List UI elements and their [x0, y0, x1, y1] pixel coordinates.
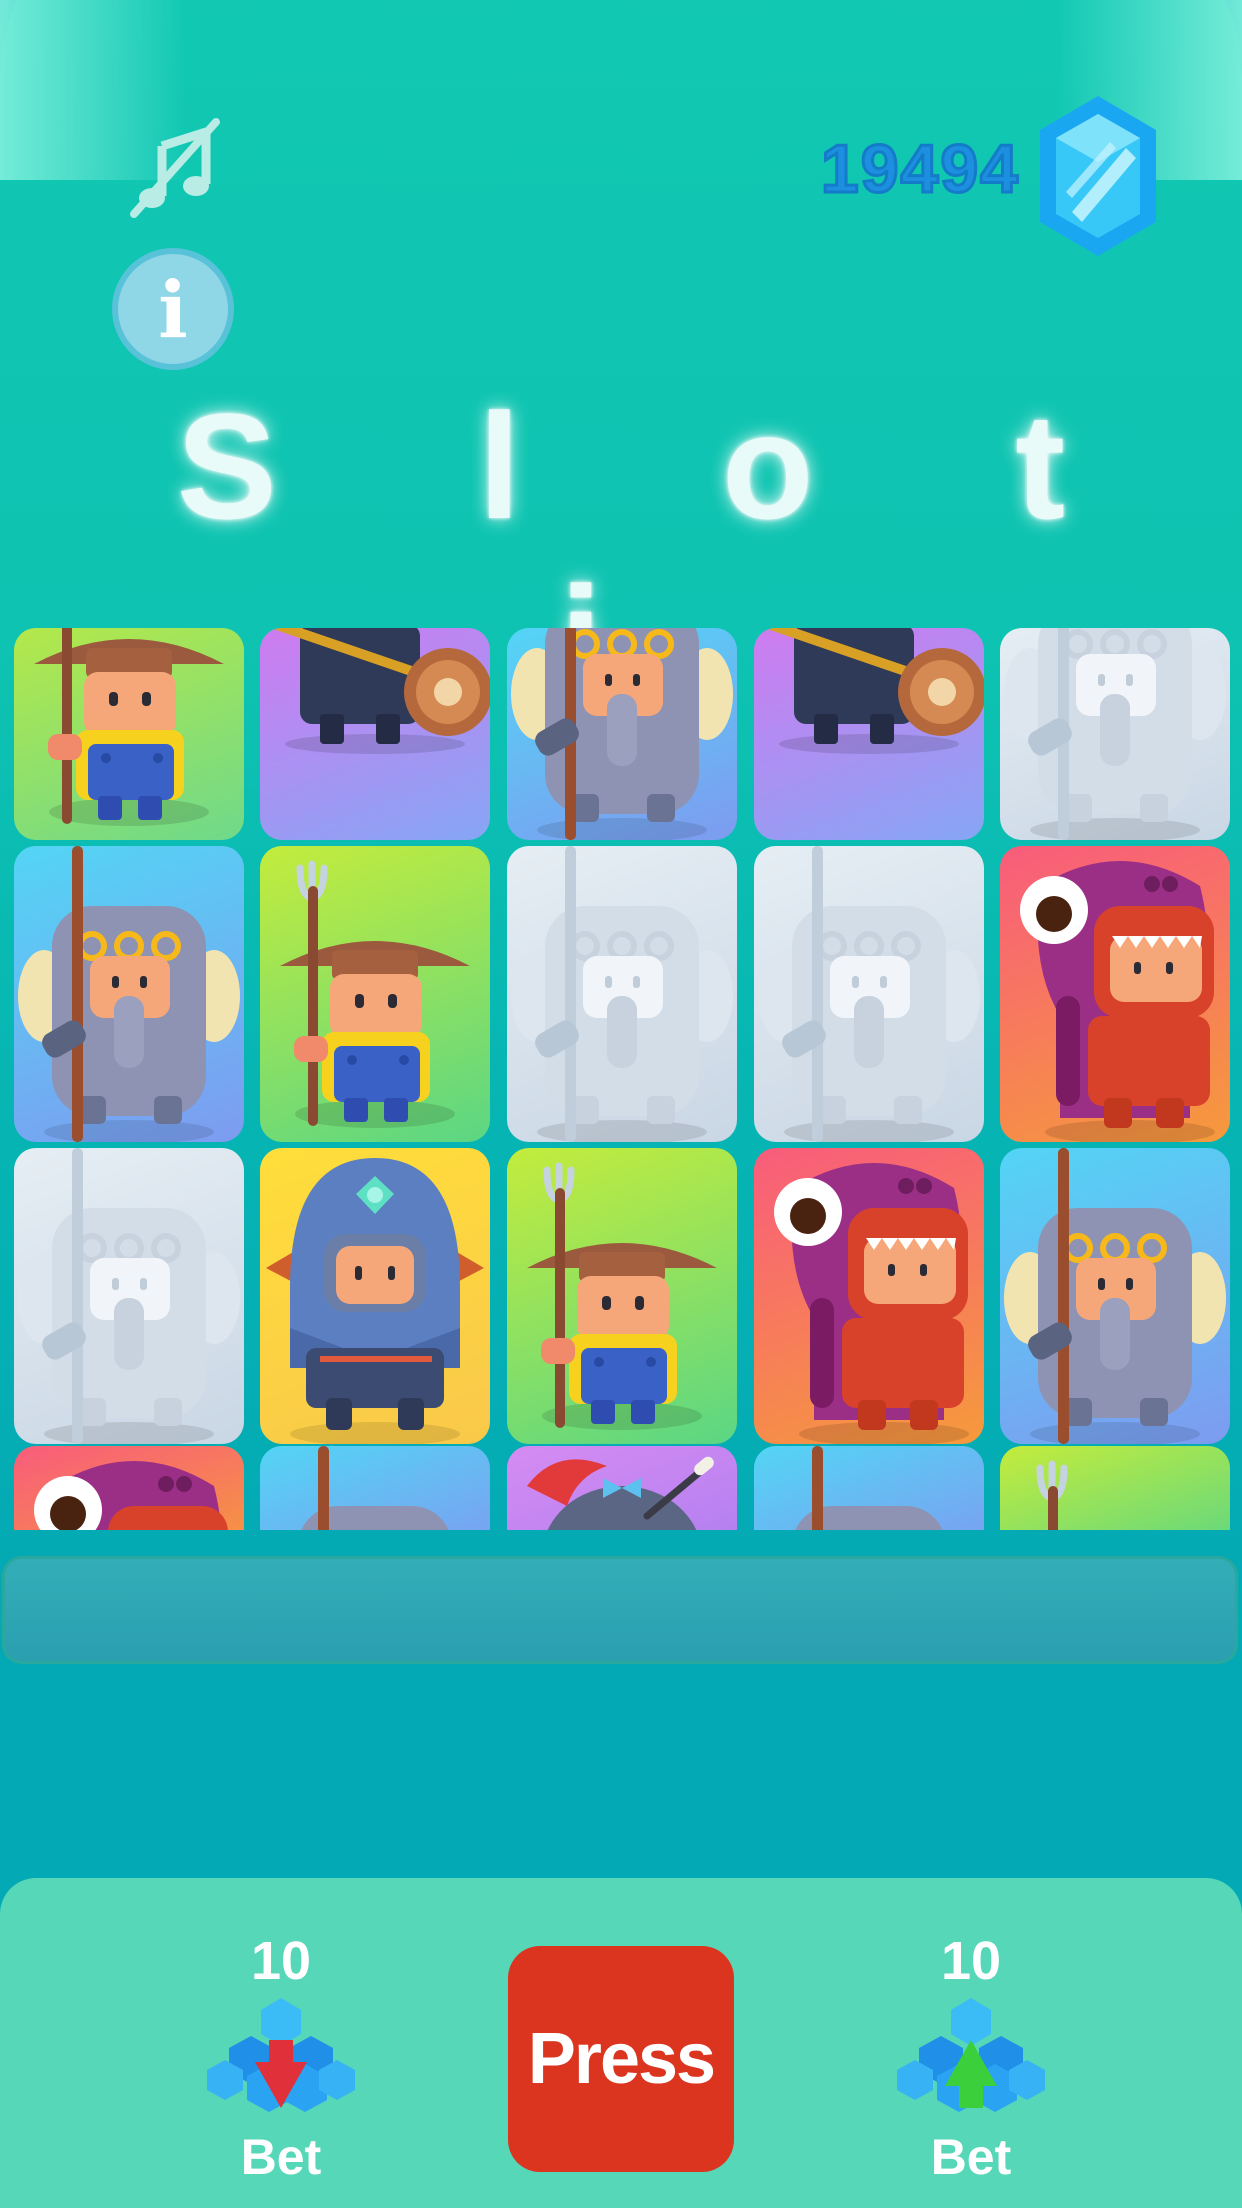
slot-tile-elephant-warrior — [754, 1446, 984, 1530]
bet-up-label: Bet — [930, 2129, 1012, 2185]
gem-score: 19494 — [819, 130, 1020, 209]
slot-tile-mage — [260, 1148, 490, 1444]
elephant-warrior-character-icon — [18, 846, 240, 1142]
elephant-warrior-character-icon — [511, 628, 733, 840]
farmer-trident-character-icon — [1036, 1460, 1068, 1530]
bet-up-value: 10 — [940, 1931, 1002, 1991]
octopus-character-icon — [34, 1461, 228, 1530]
slot-tile-elephant-warrior — [507, 628, 737, 840]
slot-tile-farmer — [14, 628, 244, 840]
press-button[interactable]: Press — [508, 1946, 734, 2172]
bet-increase-icon[interactable] — [891, 1990, 1051, 2120]
octopus-character-icon — [774, 1163, 969, 1444]
slot-tile-elephant-ghost — [14, 1148, 244, 1444]
mage-character-icon — [266, 1158, 484, 1444]
elephant-ghost-character-icon — [1004, 628, 1226, 840]
slot-tile-elephant-ghost — [1000, 628, 1230, 840]
slot-reels — [0, 628, 1242, 1530]
bet-down-value: 10 — [250, 1931, 312, 1991]
slot-tile-elephant-ghost — [507, 846, 737, 1142]
elephant-ghost-character-icon — [18, 1148, 240, 1444]
gem-icon — [1036, 92, 1160, 260]
elephant-warrior-character-icon — [1004, 1148, 1226, 1444]
slot-tile-elephant-warrior — [260, 1446, 490, 1530]
info-button[interactable]: i — [112, 248, 234, 370]
bet-down-label: Bet — [240, 2129, 322, 2185]
slot-tile-octopus — [14, 1446, 244, 1530]
slot-tile-farmer-trident — [260, 846, 490, 1142]
slot-tile-knight — [260, 628, 490, 840]
elephant-warrior-character-icon — [301, 1446, 449, 1530]
slot-tile-elephant-warrior — [14, 846, 244, 1142]
slot-tile-farmer-trident — [1000, 1446, 1230, 1530]
elephant-ghost-character-icon — [758, 846, 980, 1142]
music-off-icon[interactable] — [124, 118, 224, 218]
bird-gentleman-character-icon — [527, 1456, 714, 1530]
knight-character-icon — [765, 628, 984, 754]
slot-tile-elephant-warrior — [1000, 1148, 1230, 1444]
info-icon: i — [158, 265, 188, 356]
slot-tile-octopus — [1000, 846, 1230, 1142]
slot-tile-octopus — [754, 1148, 984, 1444]
elephant-ghost-character-icon — [511, 846, 733, 1142]
payline-bar — [2, 1556, 1238, 1664]
knight-character-icon — [271, 628, 490, 754]
elephant-warrior-character-icon — [795, 1446, 943, 1530]
slot-tile-elephant-ghost — [754, 846, 984, 1142]
slot-tile-farmer-trident — [507, 1148, 737, 1444]
farmer-character-icon — [34, 628, 224, 826]
octopus-character-icon — [1020, 861, 1215, 1142]
farmer-trident-character-icon — [527, 1162, 717, 1430]
slot-tile-knight — [754, 628, 984, 840]
bet-decrease-icon[interactable] — [201, 1990, 361, 2120]
slot-tile-bird-gentleman — [507, 1446, 737, 1530]
farmer-trident-character-icon — [280, 860, 470, 1128]
